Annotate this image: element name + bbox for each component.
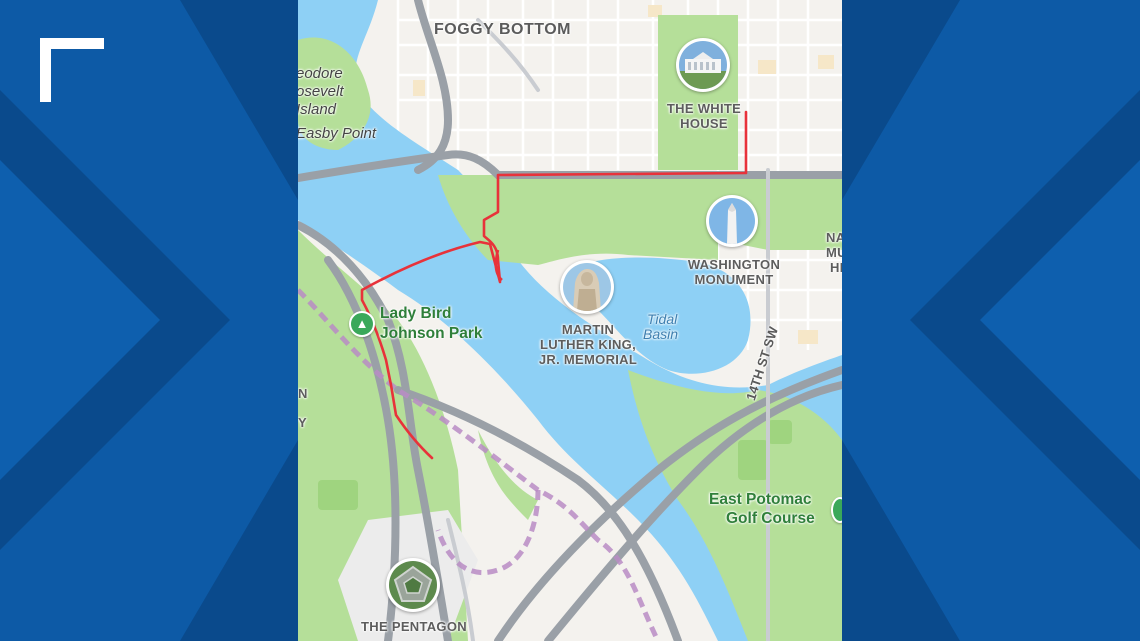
frame-left-panel (0, 0, 298, 641)
label-mlk-3: JR. MEMORIAL (538, 352, 638, 367)
label-east-potomac-2: Golf Course (726, 510, 815, 527)
label-lady-bird-1: Lady Bird (380, 305, 452, 322)
label-foggy-bottom: FOGGY BOTTOM (434, 21, 571, 38)
label-edge-left-2: Y (298, 415, 307, 430)
label-tidal-basin-1: Tidal (647, 311, 678, 327)
pentagon-pin[interactable] (386, 558, 440, 612)
frame-right-pattern (842, 0, 1140, 641)
white-house-icon (679, 41, 727, 89)
label-edge-na-1: NA (826, 230, 842, 245)
label-washington-monument-1: WASHINGTON (687, 257, 781, 272)
label-white-house-1: THE WHITE (666, 101, 742, 116)
label-edge-left-1: N (298, 386, 308, 401)
mlk-memorial-pin[interactable] (560, 260, 614, 314)
label-gravelly-point: Easby Point (298, 125, 377, 142)
pentagon-icon (389, 561, 437, 609)
obelisk-icon (709, 198, 755, 244)
tree-icon-2[interactable] (831, 497, 842, 523)
tree-icon[interactable]: ▲ (349, 311, 375, 337)
label-lady-bird-2: Johnson Park (380, 325, 483, 342)
label-mlk-1: MARTIN (561, 322, 615, 337)
statue-icon (563, 263, 611, 311)
label-edge-na-2: MU (826, 245, 842, 260)
label-white-house-2: HOUSE (680, 116, 728, 131)
label-tidal-basin-2: Basin (643, 326, 679, 342)
white-house-pin[interactable] (676, 38, 730, 92)
label-roosevelt-island-2: osevelt (298, 83, 344, 100)
washington-monument-pin[interactable] (706, 195, 758, 247)
label-edge-na-3: HI (830, 260, 842, 275)
frame-right-panel (842, 0, 1140, 641)
frame-corner-top-left (40, 38, 104, 102)
label-roosevelt-island-1: eodore (298, 65, 343, 82)
map-view[interactable]: ▲ FOGGY BOTTOM eodore osevelt Island Eas… (298, 0, 842, 641)
label-pentagon: THE PENTAGON (361, 619, 467, 634)
label-mlk-2: LUTHER KING, (539, 337, 637, 352)
label-roosevelt-island-3: Island (298, 101, 337, 118)
label-washington-monument-2: MONUMENT (694, 272, 774, 287)
label-east-potomac-1: East Potomac (709, 491, 812, 508)
